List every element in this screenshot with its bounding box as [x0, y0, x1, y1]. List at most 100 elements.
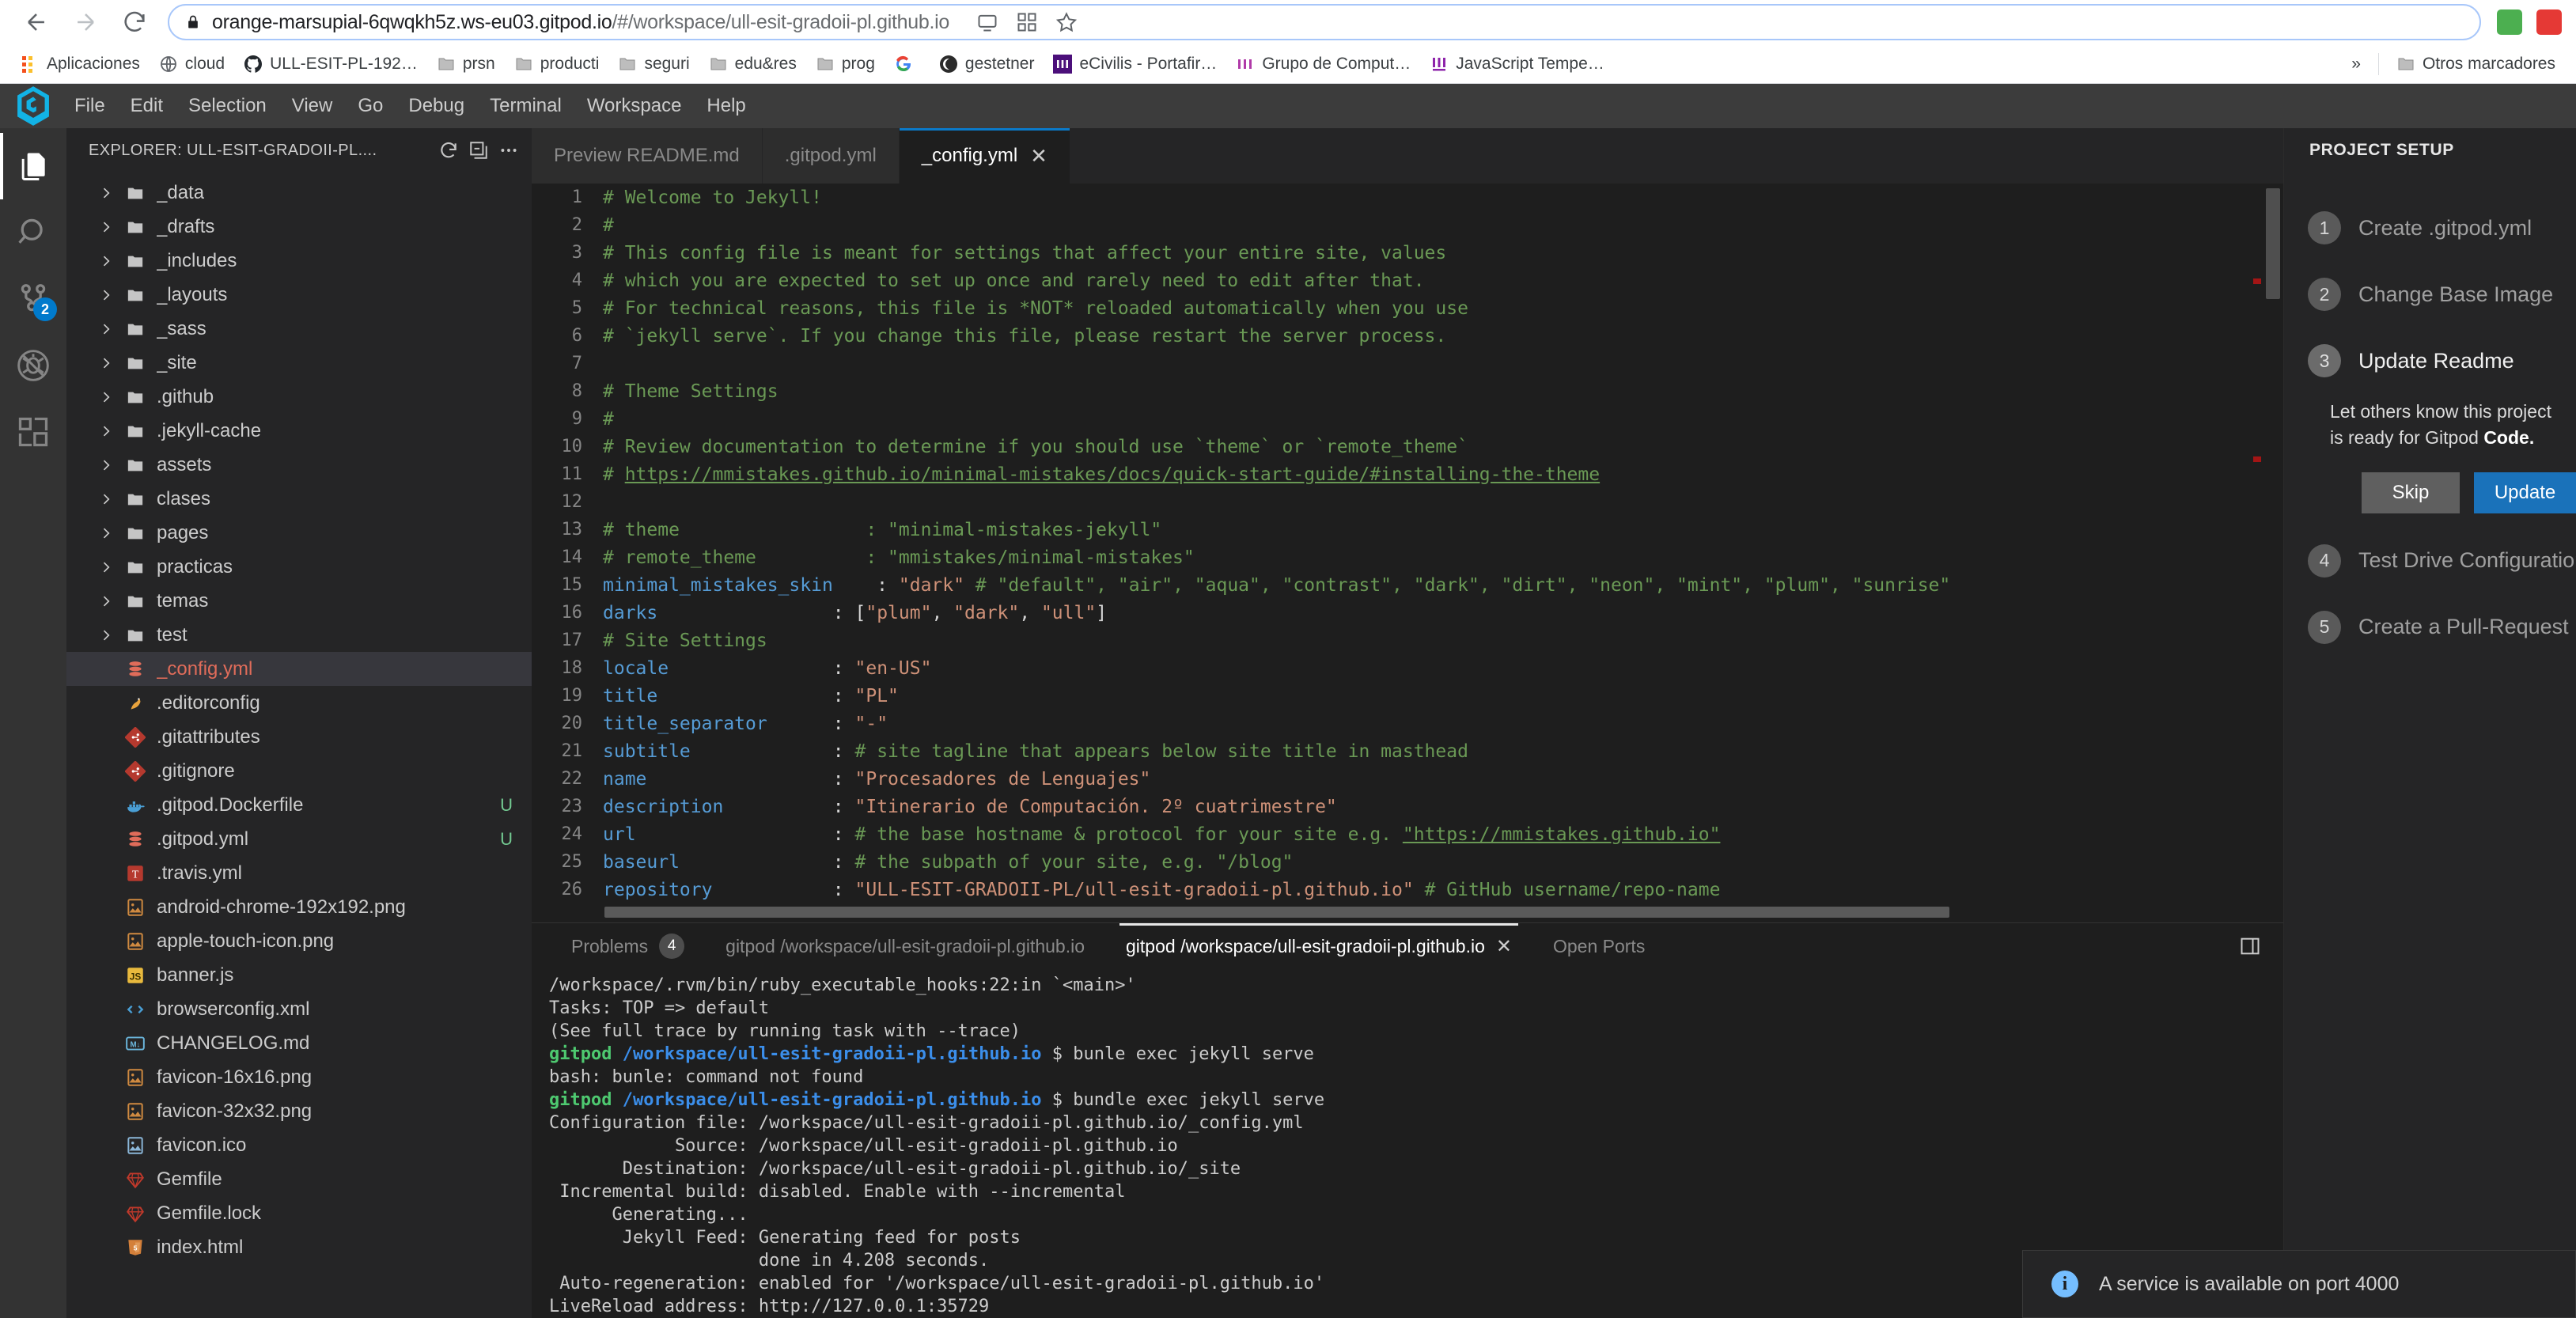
back-button[interactable]	[14, 0, 59, 44]
tree-folder-row[interactable]: pages	[66, 516, 532, 550]
close-icon[interactable]: ✕	[1496, 935, 1512, 958]
panel-tab-open-ports[interactable]: Open Ports	[1532, 923, 1665, 969]
notification-toast[interactable]: i A service is available on port 4000	[2022, 1250, 2576, 1318]
tree-folder-row[interactable]: .github	[66, 380, 532, 414]
cast-icon[interactable]	[976, 11, 998, 33]
tree-folder-row[interactable]: _includes	[66, 244, 532, 278]
chevron-right-icon[interactable]	[98, 525, 125, 541]
update-button[interactable]: Update	[2474, 472, 2576, 513]
tree-folder-row[interactable]: _data	[66, 176, 532, 210]
bookmark-item[interactable]: cloud	[150, 51, 234, 78]
activity-extensions[interactable]	[0, 399, 66, 465]
tree-file-row[interactable]: favicon-16x16.png	[66, 1060, 532, 1094]
gitpod-logo[interactable]	[5, 84, 62, 128]
tree-file-row[interactable]: 5 index.html	[66, 1230, 532, 1264]
tree-file-row[interactable]: Gemfile.lock	[66, 1196, 532, 1230]
activity-source-control[interactable]: 2	[0, 266, 66, 332]
tree-folder-row[interactable]: test	[66, 618, 532, 652]
bookmark-item[interactable]: eCivilis - Portafir…	[1044, 51, 1226, 78]
menu-view[interactable]: View	[279, 90, 346, 123]
tree-folder-row[interactable]: _drafts	[66, 210, 532, 244]
panel-tab-terminal-2[interactable]: gitpod /workspace/ull-esit-gradoii-pl.gi…	[1105, 923, 1532, 969]
tree-file-row[interactable]: M↓ CHANGELOG.md	[66, 1026, 532, 1060]
setup-step-2[interactable]: 2 Change Base Image	[2284, 261, 2576, 328]
chevron-right-icon[interactable]	[98, 321, 125, 337]
bookmark-item[interactable]: prog	[806, 51, 885, 78]
bookmark-item[interactable]: ULL-ESIT-PL-192…	[234, 51, 427, 78]
tree-folder-row[interactable]: _site	[66, 346, 532, 380]
chevron-right-icon[interactable]	[98, 423, 125, 439]
other-bookmarks-button[interactable]: Otros marcadores	[2387, 51, 2565, 78]
menu-edit[interactable]: Edit	[118, 90, 176, 123]
tree-file-row[interactable]: android-chrome-192x192.png	[66, 890, 532, 924]
tree-file-row[interactable]: browserconfig.xml	[66, 992, 532, 1026]
collapse-all-icon[interactable]	[468, 140, 489, 161]
menu-terminal[interactable]: Terminal	[477, 90, 574, 123]
chevron-right-icon[interactable]	[98, 219, 125, 235]
chevron-right-icon[interactable]	[98, 355, 125, 371]
tree-file-row[interactable]: .editorconfig	[66, 686, 532, 720]
tree-file-row[interactable]: .gitignore	[66, 754, 532, 788]
code-editor[interactable]: 1 # Welcome to Jekyll! 2 #3 # This config fi…	[532, 184, 2283, 922]
editor-vertical-scrollbar[interactable]	[2266, 188, 2280, 299]
setup-step-5[interactable]: 5 Create a Pull-Request	[2284, 594, 2576, 661]
tree-file-row[interactable]: .gitpod.yml U	[66, 822, 532, 856]
bookmark-item[interactable]: JavaScript Tempe…	[1420, 51, 1614, 78]
bookmark-item[interactable]: producti	[505, 51, 609, 78]
tree-folder-row[interactable]: _layouts	[66, 278, 532, 312]
tree-file-row[interactable]: T .travis.yml	[66, 856, 532, 890]
setup-step-3[interactable]: 3 Update Readme	[2284, 328, 2576, 394]
terminal-output[interactable]: /workspace/.rvm/bin/ruby_executable_hook…	[532, 969, 2283, 1318]
bookmark-item[interactable]	[885, 51, 930, 78]
activity-explorer[interactable]	[0, 133, 66, 199]
bookmark-star-icon[interactable]	[1055, 11, 1078, 33]
menu-file[interactable]: File	[62, 90, 118, 123]
tree-file-row[interactable]: .gitattributes	[66, 720, 532, 754]
chevron-right-icon[interactable]	[98, 491, 125, 507]
setup-step-4[interactable]: 4 Test Drive Configuration	[2284, 528, 2576, 594]
menu-go[interactable]: Go	[345, 90, 396, 123]
chevron-right-icon[interactable]	[98, 287, 125, 303]
tree-file-row[interactable]: .gitpod.Dockerfile U	[66, 788, 532, 822]
bookmark-item[interactable]: prsn	[427, 51, 505, 78]
menu-selection[interactable]: Selection	[176, 90, 279, 123]
chevron-right-icon[interactable]	[98, 185, 125, 201]
more-actions-icon[interactable]	[498, 140, 519, 161]
tree-file-row[interactable]: _config.yml	[66, 652, 532, 686]
tree-file-row[interactable]: Gemfile	[66, 1162, 532, 1196]
editor-horizontal-scrollbar[interactable]	[604, 907, 1949, 918]
activity-debug[interactable]	[0, 332, 66, 399]
split-panel-icon[interactable]	[2239, 935, 2261, 957]
skip-button[interactable]: Skip	[2362, 472, 2460, 513]
extension-icon-green[interactable]	[2497, 9, 2522, 35]
tab-gitpod-yml[interactable]: .gitpod.yml	[762, 128, 900, 184]
bookmark-item[interactable]: gestetner	[930, 51, 1044, 78]
extension-icon-red[interactable]	[2536, 9, 2562, 35]
tree-folder-row[interactable]: temas	[66, 584, 532, 618]
chevron-right-icon[interactable]	[98, 253, 125, 269]
menu-help[interactable]: Help	[694, 90, 758, 123]
tab-preview-readme[interactable]: Preview README.md	[532, 128, 763, 184]
menu-workspace[interactable]: Workspace	[574, 90, 695, 123]
forward-button[interactable]	[63, 0, 108, 44]
panel-tab-terminal-1[interactable]: gitpod /workspace/ull-esit-gradoii-pl.gi…	[705, 923, 1105, 969]
bookmark-item[interactable]: seguri	[608, 51, 699, 78]
bookmark-item[interactable]: Aplicaciones	[11, 51, 150, 78]
chevron-right-icon[interactable]	[98, 559, 125, 575]
tree-file-row[interactable]: JS banner.js	[66, 958, 532, 992]
reload-button[interactable]	[112, 0, 157, 44]
grid-apps-icon[interactable]	[1016, 11, 1038, 33]
chevron-right-icon[interactable]	[98, 457, 125, 473]
tree-folder-row[interactable]: assets	[66, 448, 532, 482]
tab-config-yml[interactable]: _config.yml ✕	[899, 128, 1070, 184]
close-icon[interactable]: ✕	[1030, 146, 1047, 166]
chevron-right-icon[interactable]	[98, 627, 125, 643]
tree-folder-row[interactable]: .jekyll-cache	[66, 414, 532, 448]
chevron-right-icon[interactable]	[98, 389, 125, 405]
bookmarks-overflow-button[interactable]: »	[2342, 51, 2370, 78]
chevron-right-icon[interactable]	[98, 593, 125, 609]
menu-debug[interactable]: Debug	[396, 90, 477, 123]
refresh-icon[interactable]	[438, 140, 459, 161]
tree-file-row[interactable]: apple-touch-icon.png	[66, 924, 532, 958]
activity-search[interactable]	[0, 199, 66, 266]
